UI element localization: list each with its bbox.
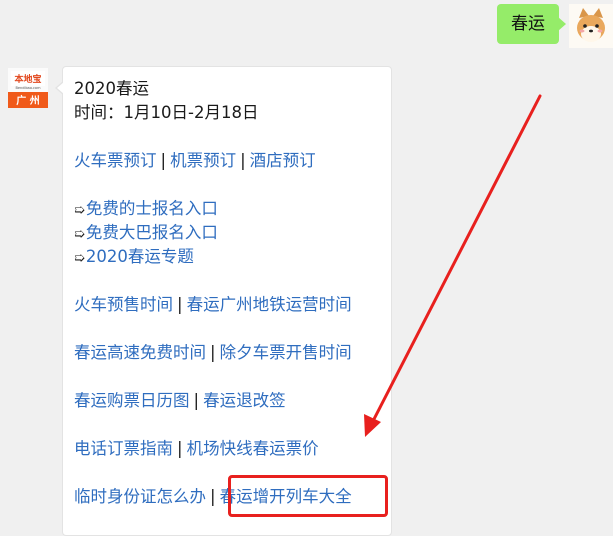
guangzhou-metro-hours-link[interactable]: 春运广州地铁运营时间 xyxy=(187,295,352,314)
separator: | xyxy=(177,439,183,458)
flight-ticket-booking-link[interactable]: 机票预订 xyxy=(170,151,236,170)
hotel-booking-link[interactable]: 酒店预订 xyxy=(250,151,316,170)
refund-change-link[interactable]: 春运退改签 xyxy=(203,391,286,410)
svg-text:广 州: 广 州 xyxy=(16,94,39,107)
ticket-calendar-link[interactable]: 春运购票日历图 xyxy=(74,391,190,410)
free-bus-signup-link[interactable]: 免费大巴报名入口 xyxy=(86,223,218,242)
highway-free-time-link[interactable]: 春运高速免费时间 xyxy=(74,343,206,362)
train-ticket-booking-link[interactable]: 火车票预订 xyxy=(74,151,157,170)
temporary-id-link[interactable]: 临时身份证怎么办 xyxy=(74,487,206,506)
incoming-message-bubble: 2020春运 时间：1月10日-2月18日 火车票预订 | 机票预订 | 酒店预订 ➯免… xyxy=(55,66,392,536)
message-title: 2020春运 xyxy=(74,79,149,98)
separator: | xyxy=(160,151,167,170)
entry-row: ➯免费的士报名入口 xyxy=(74,197,391,221)
outgoing-message-row: 春运 xyxy=(0,4,613,50)
new-year-eve-ticket-sale-link[interactable]: 除夕车票开售时间 xyxy=(220,343,352,362)
separator: | xyxy=(210,343,216,362)
link-row: 火车预售时间 | 春运广州地铁运营时间 xyxy=(74,293,391,317)
svg-text:Bendibao.com: Bendibao.com xyxy=(15,86,41,90)
link-row: 春运购票日历图 | 春运退改签 xyxy=(74,389,391,413)
separator: | xyxy=(240,151,246,170)
separator: | xyxy=(177,295,183,314)
entry-row: ➯免费大巴报名入口 xyxy=(74,221,391,245)
train-presale-time-link[interactable]: 火车预售时间 xyxy=(74,295,173,314)
link-row: 春运高速免费时间 | 除夕车票开售时间 xyxy=(74,341,391,365)
message-date-line: 时间：1月10日-2月18日 xyxy=(74,103,259,122)
arrow-bullet-icon: ➯ xyxy=(74,227,85,242)
outgoing-message-bubble[interactable]: 春运 xyxy=(497,4,566,44)
booking-links-row: 火车票预订 | 机票预订 | 酒店预订 xyxy=(74,149,391,173)
shiba-dog-icon xyxy=(569,4,613,48)
user-avatar[interactable] xyxy=(569,4,613,48)
arrow-bullet-icon: ➯ xyxy=(74,203,85,218)
separator: | xyxy=(210,487,216,506)
separator: | xyxy=(193,391,200,410)
link-row: 电话订票指南 | 机场快线春运票价 xyxy=(74,437,391,461)
phone-booking-guide-link[interactable]: 电话订票指南 xyxy=(74,439,173,458)
free-taxi-signup-link[interactable]: 免费的士报名入口 xyxy=(86,199,218,218)
airport-express-fare-link[interactable]: 机场快线春运票价 xyxy=(187,439,319,458)
spring-festival-topic-link[interactable]: 2020春运专题 xyxy=(86,247,194,266)
svg-text:本地宝: 本地宝 xyxy=(14,73,41,85)
entry-row: ➯2020春运专题 xyxy=(74,245,391,269)
red-highlight-box xyxy=(228,475,388,517)
arrow-bullet-icon: ➯ xyxy=(74,251,85,266)
bendibao-logo-icon: 本地宝 Bendibao.com 广 州 xyxy=(8,68,48,108)
bendibao-guangzhou-avatar[interactable]: 本地宝 Bendibao.com 广 州 xyxy=(8,68,48,108)
